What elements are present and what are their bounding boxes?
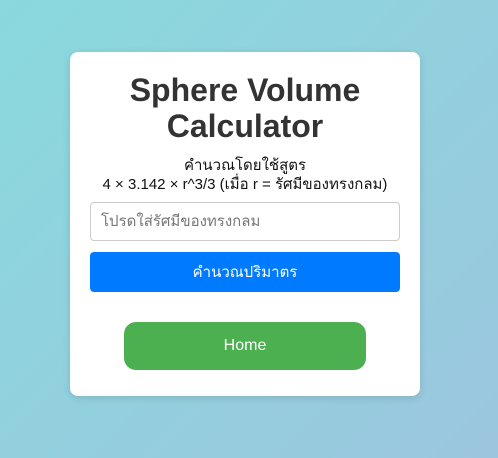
calculator-card: Sphere Volume Calculator คำนวณโดยใช้สูตร… (70, 52, 420, 396)
page-title: Sphere Volume Calculator (90, 72, 400, 144)
title-line-2: Calculator (166, 108, 324, 144)
radius-input[interactable] (90, 202, 400, 241)
title-line-1: Sphere Volume (129, 72, 361, 108)
result-output (90, 292, 400, 322)
formula-intro: คำนวณโดยใช้สูตร (183, 157, 307, 174)
home-button[interactable]: Home (124, 322, 366, 370)
calculate-volume-button[interactable]: คำนวณปริมาตร (90, 252, 400, 292)
formula-text: 4 × 3.142 × r^3/3 (เมื่อ r = รัศมีของทรง… (102, 176, 388, 193)
formula-description: คำนวณโดยใช้สูตร 4 × 3.142 × r^3/3 (เมื่อ… (90, 156, 400, 194)
